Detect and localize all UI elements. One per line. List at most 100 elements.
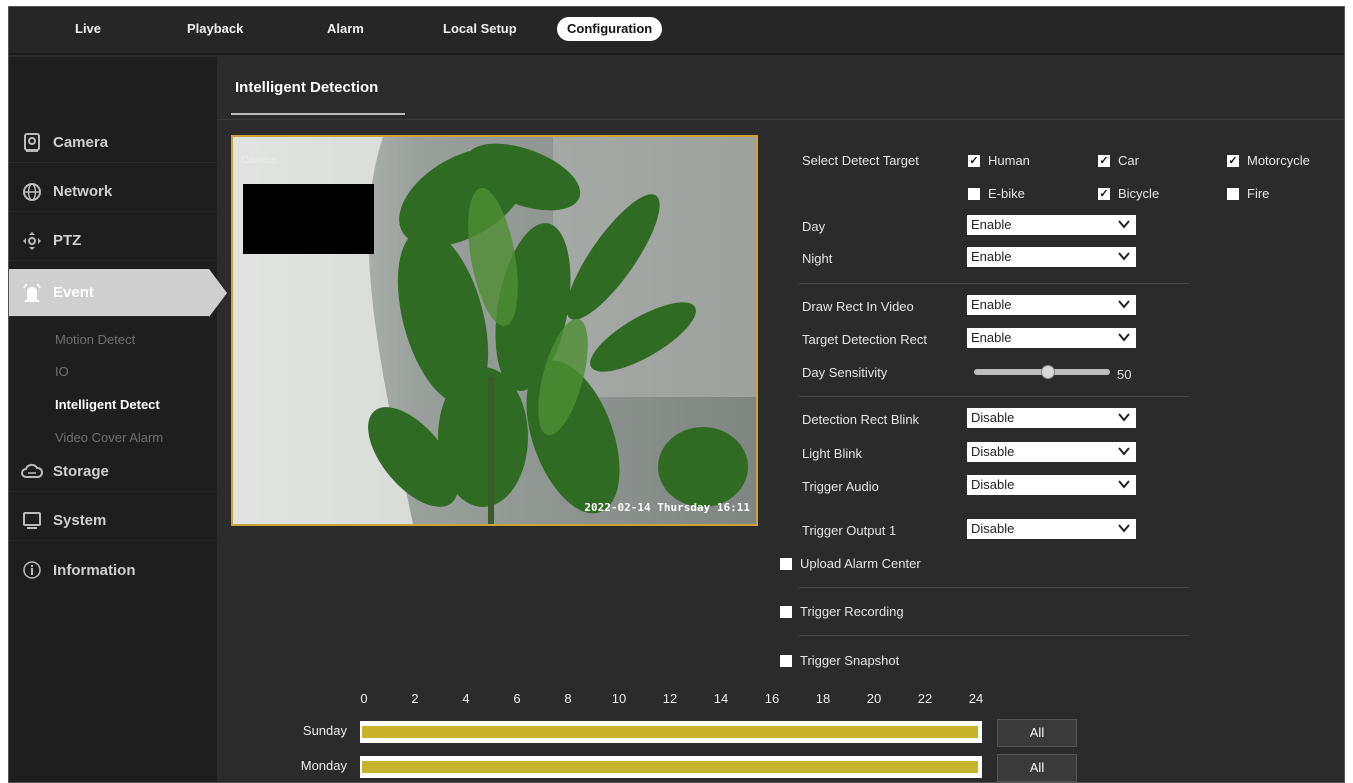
rect-blink-label: Detection Rect Blink <box>802 412 920 427</box>
monitor-icon <box>21 510 43 532</box>
night-select[interactable]: Enable <box>967 247 1136 267</box>
night-select-value: Enable <box>971 249 1012 264</box>
checkbox-trigger-recording-label: Trigger Recording <box>800 604 904 619</box>
sidebar-item-information[interactable]: Information <box>9 550 217 590</box>
sidebar-sub-video-cover-alarm[interactable]: Video Cover Alarm <box>55 430 163 445</box>
checkbox-upload-alarm-center-box[interactable] <box>780 557 792 570</box>
checkbox-fire[interactable]: Fire <box>1227 186 1269 201</box>
checkbox-bicycle-label: Bicycle <box>1118 186 1160 201</box>
schedule-day-monday: Monday <box>300 758 347 773</box>
chevron-down-icon <box>1118 300 1130 309</box>
trigger-audio-select[interactable]: Disable <box>967 475 1136 495</box>
checkbox-human-label: Human <box>988 153 1030 168</box>
section-divider <box>799 587 1189 588</box>
slider-handle[interactable] <box>1041 365 1055 379</box>
checkbox-trigger-snapshot-label: Trigger Snapshot <box>800 653 900 668</box>
checkbox-upload-alarm-center[interactable]: Upload Alarm Center <box>780 556 921 571</box>
schedule-hour-tick: 22 <box>917 691 933 706</box>
camera-icon <box>21 132 43 154</box>
checkbox-motorcycle-box[interactable]: ✓ <box>1227 154 1239 167</box>
checkbox-e-bike-label: E-bike <box>988 186 1025 201</box>
checkbox-car[interactable]: ✓ Car <box>1098 153 1139 168</box>
chevron-down-icon <box>1118 480 1130 489</box>
sidebar-label-camera: Camera <box>53 134 109 151</box>
active-indicator-arrow <box>209 269 227 317</box>
schedule-hour-tick: 8 <box>564 691 572 706</box>
night-label: Night <box>802 251 833 266</box>
checkbox-bicycle-box[interactable]: ✓ <box>1098 187 1110 200</box>
sidebar-item-system[interactable]: System <box>9 501 217 541</box>
trigger-audio-label: Trigger Audio <box>802 479 879 494</box>
checkbox-e-bike[interactable]: E-bike <box>968 186 1025 201</box>
sidebar-sub-motion-detect[interactable]: Motion Detect <box>55 332 135 347</box>
all-button-monday[interactable]: All <box>997 754 1077 782</box>
osd-timestamp: 2022-02-14 Thursday 16:11 <box>584 501 750 514</box>
sidebar-item-ptz[interactable]: PTZ <box>9 221 217 261</box>
checkbox-human-box[interactable]: ✓ <box>968 154 980 167</box>
sidebar-sub-intelligent-detect[interactable]: Intelligent Detect <box>55 397 160 412</box>
chevron-down-icon <box>1118 333 1130 342</box>
schedule-hour-tick: 16 <box>764 691 780 706</box>
sidebar-label-information: Information <box>53 561 136 579</box>
schedule-bar-monday[interactable] <box>360 756 982 778</box>
tab-configuration[interactable]: Configuration <box>557 17 663 41</box>
sidebar-sub-io[interactable]: IO <box>55 364 69 379</box>
checkbox-bicycle[interactable]: ✓ Bicycle <box>1098 186 1159 201</box>
sidebar-label-event: Event <box>53 284 94 301</box>
sidebar-item-event[interactable]: Event <box>9 269 209 317</box>
sidebar-item-camera[interactable]: Camera <box>9 123 217 163</box>
day-sensitivity-value: 50 <box>1117 367 1132 382</box>
top-nav: Live Playback Alarm Local Setup Configur… <box>9 7 1344 55</box>
checkbox-car-label: Car <box>1118 153 1139 168</box>
section-divider <box>799 396 1189 397</box>
schedule-hour-tick: 0 <box>360 691 368 706</box>
checkbox-e-bike-box[interactable] <box>968 187 980 200</box>
checkbox-human[interactable]: ✓ Human <box>968 153 1030 168</box>
checkbox-fire-box[interactable] <box>1227 187 1239 200</box>
tab-playback[interactable]: Playback <box>177 17 253 41</box>
draw-rect-select[interactable]: Enable <box>967 295 1136 315</box>
checkbox-motorcycle[interactable]: ✓ Motorcycle <box>1227 153 1310 168</box>
sidebar-item-network[interactable]: Network <box>9 172 217 212</box>
target-rect-select[interactable]: Enable <box>967 328 1136 348</box>
checkbox-trigger-snapshot-box[interactable] <box>780 654 792 667</box>
sidebar-label-ptz: PTZ <box>53 232 82 249</box>
schedule-hour-tick: 12 <box>662 691 678 706</box>
trigger-audio-select-value: Disable <box>971 477 1015 492</box>
checkbox-trigger-snapshot[interactable]: Trigger Snapshot <box>780 653 899 668</box>
sidebar-label-system: System <box>53 512 107 529</box>
alarm-bell-icon <box>21 282 43 304</box>
tab-alarm[interactable]: Alarm <box>317 17 374 41</box>
light-blink-select[interactable]: Disable <box>967 442 1136 462</box>
schedule-fill-sunday <box>362 726 978 738</box>
draw-rect-label: Draw Rect In Video <box>802 299 914 314</box>
checkbox-trigger-recording-box[interactable] <box>780 605 792 618</box>
app-window: Live Playback Alarm Local Setup Configur… <box>8 6 1345 783</box>
schedule-bar-sunday[interactable] <box>360 721 982 743</box>
section-divider <box>799 283 1189 284</box>
sidebar-label-storage: Storage <box>53 463 109 480</box>
target-rect-select-value: Enable <box>971 330 1012 345</box>
day-sensitivity-slider[interactable] <box>974 365 1110 379</box>
rect-blink-select[interactable]: Disable <box>967 408 1136 428</box>
tab-local-setup[interactable]: Local Setup <box>433 17 527 41</box>
trigger-output-select-value: Disable <box>971 521 1015 536</box>
tab-live[interactable]: Live <box>65 17 111 41</box>
checkbox-fire-label: Fire <box>1247 186 1270 201</box>
checkbox-trigger-recording[interactable]: Trigger Recording <box>780 604 904 619</box>
all-button-sunday[interactable]: All <box>997 719 1077 747</box>
chevron-down-icon <box>1118 413 1130 422</box>
schedule-hour-tick: 18 <box>815 691 831 706</box>
checkbox-car-box[interactable]: ✓ <box>1098 154 1110 167</box>
sidebar-item-storage[interactable]: Storage <box>9 452 217 492</box>
ptz-icon <box>21 230 43 252</box>
schedule-fill-monday <box>362 761 978 773</box>
chevron-down-icon <box>1118 447 1130 456</box>
checkbox-upload-alarm-center-label: Upload Alarm Center <box>800 556 921 571</box>
video-preview[interactable]: Camera 2022-02-14 Thursday 16:11 <box>231 135 758 526</box>
trigger-output-select[interactable]: Disable <box>967 519 1136 539</box>
day-select[interactable]: Enable <box>967 215 1136 235</box>
schedule-day-sunday: Sunday <box>302 723 347 738</box>
globe-icon <box>21 181 43 203</box>
channel-name-overlay: Camera <box>241 155 277 166</box>
